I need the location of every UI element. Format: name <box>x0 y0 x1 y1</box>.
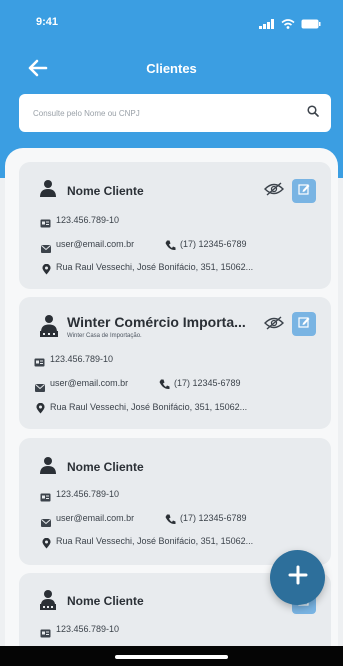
location-pin-icon <box>36 401 45 419</box>
email-icon <box>35 379 45 397</box>
email-icon <box>41 240 51 258</box>
app-screen: 9:41 Clientes Consulte pelo Nome ou CNPJ… <box>0 0 343 666</box>
id-card-icon <box>40 625 51 643</box>
client-card[interactable]: Nome Cliente 123.456.789-10 user@email.c… <box>19 162 331 289</box>
email-icon <box>41 514 51 532</box>
client-phone[interactable]: (17) 12345-6789 <box>174 378 241 388</box>
search-icon[interactable] <box>307 104 319 122</box>
hidden-eye-icon[interactable] <box>264 316 284 335</box>
location-pin-icon <box>42 536 51 554</box>
search-input[interactable] <box>31 107 285 119</box>
phone-icon <box>159 377 170 395</box>
signal-icon <box>259 16 275 34</box>
edit-icon <box>298 182 310 200</box>
company-icon <box>39 314 59 343</box>
client-phone[interactable]: (17) 12345-6789 <box>180 513 247 523</box>
edit-button[interactable] <box>292 312 316 336</box>
person-icon <box>39 179 57 202</box>
phone-icon <box>165 512 176 530</box>
home-indicator[interactable] <box>115 655 228 659</box>
client-trade-name: Winter Casa de Importação. <box>67 333 142 339</box>
search-bar[interactable] <box>19 94 331 132</box>
location-pin-icon <box>42 262 51 280</box>
edit-button[interactable] <box>292 179 316 203</box>
client-name: Nome Cliente <box>67 184 144 198</box>
client-card[interactable]: Nome Cliente 123.456.789-10 user@email.c… <box>19 438 331 565</box>
company-icon <box>39 589 57 616</box>
person-icon <box>39 456 57 479</box>
add-client-button[interactable] <box>270 550 325 605</box>
phone-icon <box>165 238 176 256</box>
client-card[interactable]: Winter Comércio Importa... Winter Casa d… <box>19 297 331 429</box>
client-email[interactable]: user@email.com.br <box>56 239 134 249</box>
client-document: 123.456.789-10 <box>56 215 120 225</box>
page-title: Clientes <box>146 61 197 76</box>
id-card-icon <box>40 489 51 507</box>
client-name: Nome Cliente <box>67 594 144 608</box>
client-name: Nome Cliente <box>67 460 144 474</box>
edit-icon <box>298 315 310 333</box>
client-document: 123.456.789-10 <box>50 354 114 364</box>
battery-icon <box>301 16 321 34</box>
status-time: 9:41 <box>36 16 59 28</box>
plus-icon <box>288 565 308 590</box>
client-email[interactable]: user@email.com.br <box>56 513 134 523</box>
client-document: 123.456.789-10 <box>56 489 120 499</box>
client-phone[interactable]: (17) 12345-6789 <box>180 239 247 249</box>
client-name: Winter Comércio Importa... <box>67 314 246 330</box>
client-address: Rua Raul Vessechi, José Bonifácio, 351, … <box>56 536 254 546</box>
client-email[interactable]: user@email.com.br <box>50 378 128 388</box>
client-address: Rua Raul Vessechi, José Bonifácio, 351, … <box>50 402 248 412</box>
id-card-icon <box>34 354 45 372</box>
client-document: 123.456.789-10 <box>56 624 120 634</box>
id-card-icon <box>40 215 51 233</box>
hidden-eye-icon[interactable] <box>264 182 284 201</box>
status-icons <box>259 16 321 34</box>
client-address: Rua Raul Vessechi, José Bonifácio, 351, … <box>56 262 254 272</box>
wifi-icon <box>281 16 295 34</box>
